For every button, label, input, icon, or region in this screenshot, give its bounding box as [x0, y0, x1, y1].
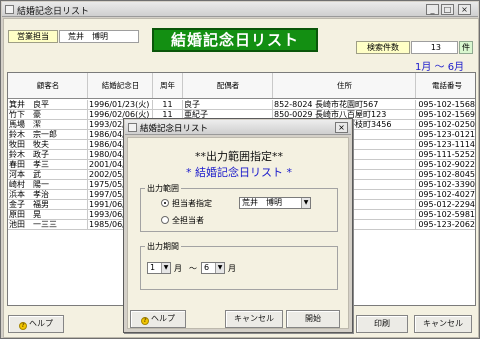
- dialog-icon: [128, 123, 137, 132]
- chevron-down-icon[interactable]: ▼: [215, 263, 224, 273]
- table-cell: 095-102-8045: [418, 170, 475, 179]
- table-row[interactable]: 箕井 良平 1996/01/23(火) 11 良子 852-8024 長崎市花園町567…: [8, 100, 475, 110]
- table-cell: 095-123-0121: [418, 130, 475, 139]
- month-from-unit: 月: [174, 264, 182, 273]
- table-cell: 池田 一三三: [8, 220, 88, 229]
- help-button[interactable]: ? ヘルプ: [8, 315, 64, 333]
- table-cell: 095-102-4027: [418, 190, 475, 199]
- table-cell: 春田 孝三: [8, 160, 88, 169]
- month-from-value: 1: [150, 263, 156, 272]
- output-range-label: 出力範囲: [145, 183, 181, 194]
- title-bar: 結婚記念日リスト _ □ ×: [2, 2, 478, 17]
- cancel-button[interactable]: キャンセル: [414, 315, 472, 333]
- month-range: 1月 〜 6月: [415, 62, 465, 73]
- dialog-title: 結婚記念日リスト: [140, 124, 209, 134]
- close-button[interactable]: ×: [458, 4, 471, 15]
- table-cell: 11: [153, 100, 183, 109]
- radio-all-staff-label: 全担当者: [172, 216, 204, 225]
- sales-rep-label: 営業担当: [8, 30, 58, 43]
- table-cell: 原田 晃: [8, 210, 88, 219]
- output-period-label: 出力期間: [145, 241, 181, 252]
- help-button-label: ヘルプ: [29, 319, 53, 328]
- column-header[interactable]: 顧客名: [8, 73, 88, 98]
- dialog-help-button[interactable]: ? ヘルプ: [130, 310, 186, 328]
- table-cell: 崎村 陽一: [8, 180, 88, 189]
- window-title: 結婚記念日リスト: [17, 7, 90, 17]
- help-icon: ?: [141, 317, 149, 325]
- table-cell: 金子 福男: [8, 200, 88, 209]
- output-range-dialog: 結婚記念日リスト × **出力範囲指定** * 結婚記念日リスト * 出力範囲 …: [123, 118, 353, 333]
- table-cell: 095-102-0250: [418, 120, 475, 129]
- column-header[interactable]: 電話番号: [416, 73, 475, 98]
- table-cell: 095-012-2294: [418, 200, 475, 209]
- table-cell: 852-8024 長崎市花園町567: [273, 100, 416, 109]
- table-cell: 1996/01/23(火): [88, 100, 153, 109]
- table-cell: 竹下 豪: [8, 110, 88, 119]
- chevron-down-icon[interactable]: ▼: [301, 198, 310, 208]
- dialog-cancel-button[interactable]: キャンセル: [225, 310, 283, 328]
- table-cell: 馬場 潔: [8, 120, 88, 129]
- radio-all-staff[interactable]: [161, 216, 169, 224]
- dialog-heading: **出力範囲指定**: [195, 150, 283, 163]
- column-header[interactable]: 配偶者: [183, 73, 273, 98]
- radio-specified-staff-label: 担当者指定: [172, 199, 212, 208]
- dialog-title-bar: 結婚記念日リスト ×: [125, 120, 351, 135]
- dialog-close-button[interactable]: ×: [335, 122, 348, 133]
- page-title: 結婚記念日リスト: [152, 28, 318, 52]
- table-cell: 鈴木 政子: [8, 150, 88, 159]
- minimize-button[interactable]: _: [426, 4, 439, 15]
- dialog-body: **出力範囲指定** * 結婚記念日リスト * 出力範囲 担当者指定 荒井 博明…: [127, 137, 349, 329]
- month-to-value: 6: [204, 263, 210, 272]
- table-cell: 095-102-1568: [418, 100, 475, 109]
- print-button[interactable]: 印刷: [356, 315, 408, 333]
- table-cell: 095-111-5252: [418, 150, 475, 159]
- chevron-down-icon[interactable]: ▼: [161, 263, 170, 273]
- column-header[interactable]: 結婚記念日: [88, 73, 153, 98]
- table-cell: 095-102-1569: [418, 110, 475, 119]
- column-header[interactable]: 周年: [153, 73, 183, 98]
- start-button[interactable]: 開始: [286, 310, 340, 328]
- result-count-label: 検索件数: [356, 41, 410, 54]
- table-cell: 095-123-1114: [418, 140, 475, 149]
- sales-rep-name: 荒井 博明: [59, 30, 139, 43]
- table-cell: 良子: [183, 100, 273, 109]
- radio-specified-staff[interactable]: [161, 199, 169, 207]
- table-cell: 095-102-3390: [418, 180, 475, 189]
- table-header: 顧客名 結婚記念日 周年 配偶者 住所 電話番号: [8, 73, 475, 99]
- month-to-select[interactable]: 6 ▼: [201, 262, 225, 274]
- output-period-group: 出力期間 1 ▼ 月 〜 6 ▼ 月: [140, 241, 338, 290]
- table-cell: 095-102-9022: [418, 160, 475, 169]
- dialog-help-label: ヘルプ: [151, 314, 175, 323]
- table-cell: 095-102-5981: [418, 210, 475, 219]
- app-icon: [5, 5, 14, 14]
- output-range-group: 出力範囲 担当者指定 荒井 博明 ▼ 全担当者: [140, 183, 338, 232]
- table-cell: 牧田 牧夫: [8, 140, 88, 149]
- table-cell: 箕井 良平: [8, 100, 88, 109]
- help-icon: ?: [19, 322, 27, 330]
- result-count-value: 13: [411, 41, 458, 54]
- column-header[interactable]: 住所: [273, 73, 416, 98]
- table-cell: 浜本 孝治: [8, 190, 88, 199]
- tilde-separator: 〜: [189, 264, 197, 273]
- month-to-unit: 月: [228, 264, 236, 273]
- table-cell: 095-123-2062: [418, 220, 475, 229]
- dialog-subheading: * 結婚記念日リスト *: [186, 166, 292, 179]
- month-from-select[interactable]: 1 ▼: [147, 262, 171, 274]
- table-cell: 鈴木 宗一郎: [8, 130, 88, 139]
- table-cell: 河本 武: [8, 170, 88, 179]
- maximize-button[interactable]: □: [441, 4, 454, 15]
- staff-select-value: 荒井 博明: [242, 198, 282, 207]
- staff-select[interactable]: 荒井 博明 ▼: [239, 197, 311, 209]
- result-count-unit: 件: [459, 41, 473, 54]
